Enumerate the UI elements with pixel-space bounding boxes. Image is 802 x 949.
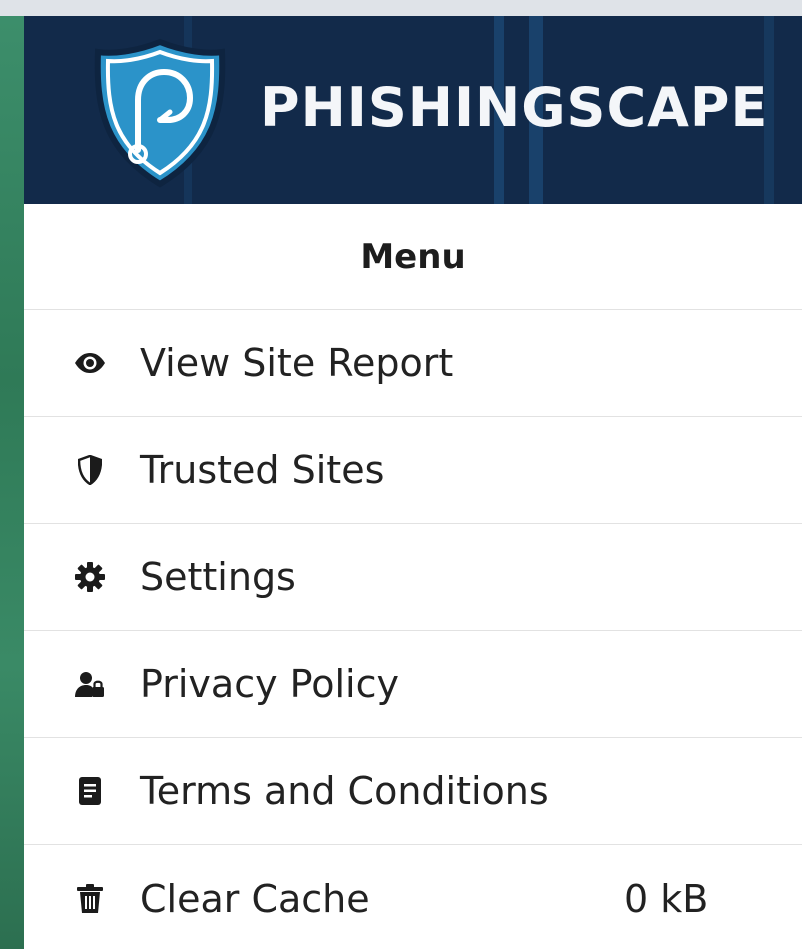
menu-item-trusted-sites[interactable]: Trusted Sites [24,417,802,524]
shield-hook-icon [90,38,230,188]
document-icon [74,775,106,807]
menu-item-label: Privacy Policy [140,662,399,706]
menu-item-label: Settings [140,555,296,599]
menu-item-label: Terms and Conditions [140,769,549,813]
menu-item-privacy-policy[interactable]: Privacy Policy [24,631,802,738]
popup-header: PHISHINGSCAPE [24,16,802,204]
menu-item-view-site-report[interactable]: View Site Report [24,310,802,417]
user-lock-icon [74,668,106,700]
trash-icon [74,883,106,915]
menu-item-label: View Site Report [140,341,454,385]
browser-background [0,0,24,949]
browser-toolbar-edge [0,0,802,16]
menu-item-label: Trusted Sites [140,448,385,492]
menu-item-settings[interactable]: Settings [24,524,802,631]
brand-name: PHISHINGSCAPE [260,76,769,139]
menu-list: View Site Report Trusted Sites Settings … [24,310,802,949]
eye-icon [74,347,106,379]
gear-icon [74,561,106,593]
menu-item-clear-cache[interactable]: Clear Cache 0 kB [24,845,802,949]
extension-popup: PHISHINGSCAPE Menu View Site Report Trus… [24,16,802,949]
menu-title: Menu [24,204,802,310]
cache-size: 0 kB [624,876,709,921]
half-shield-icon [74,454,106,486]
menu-item-label: Clear Cache [140,876,370,921]
menu-item-terms-and-conditions[interactable]: Terms and Conditions [24,738,802,845]
